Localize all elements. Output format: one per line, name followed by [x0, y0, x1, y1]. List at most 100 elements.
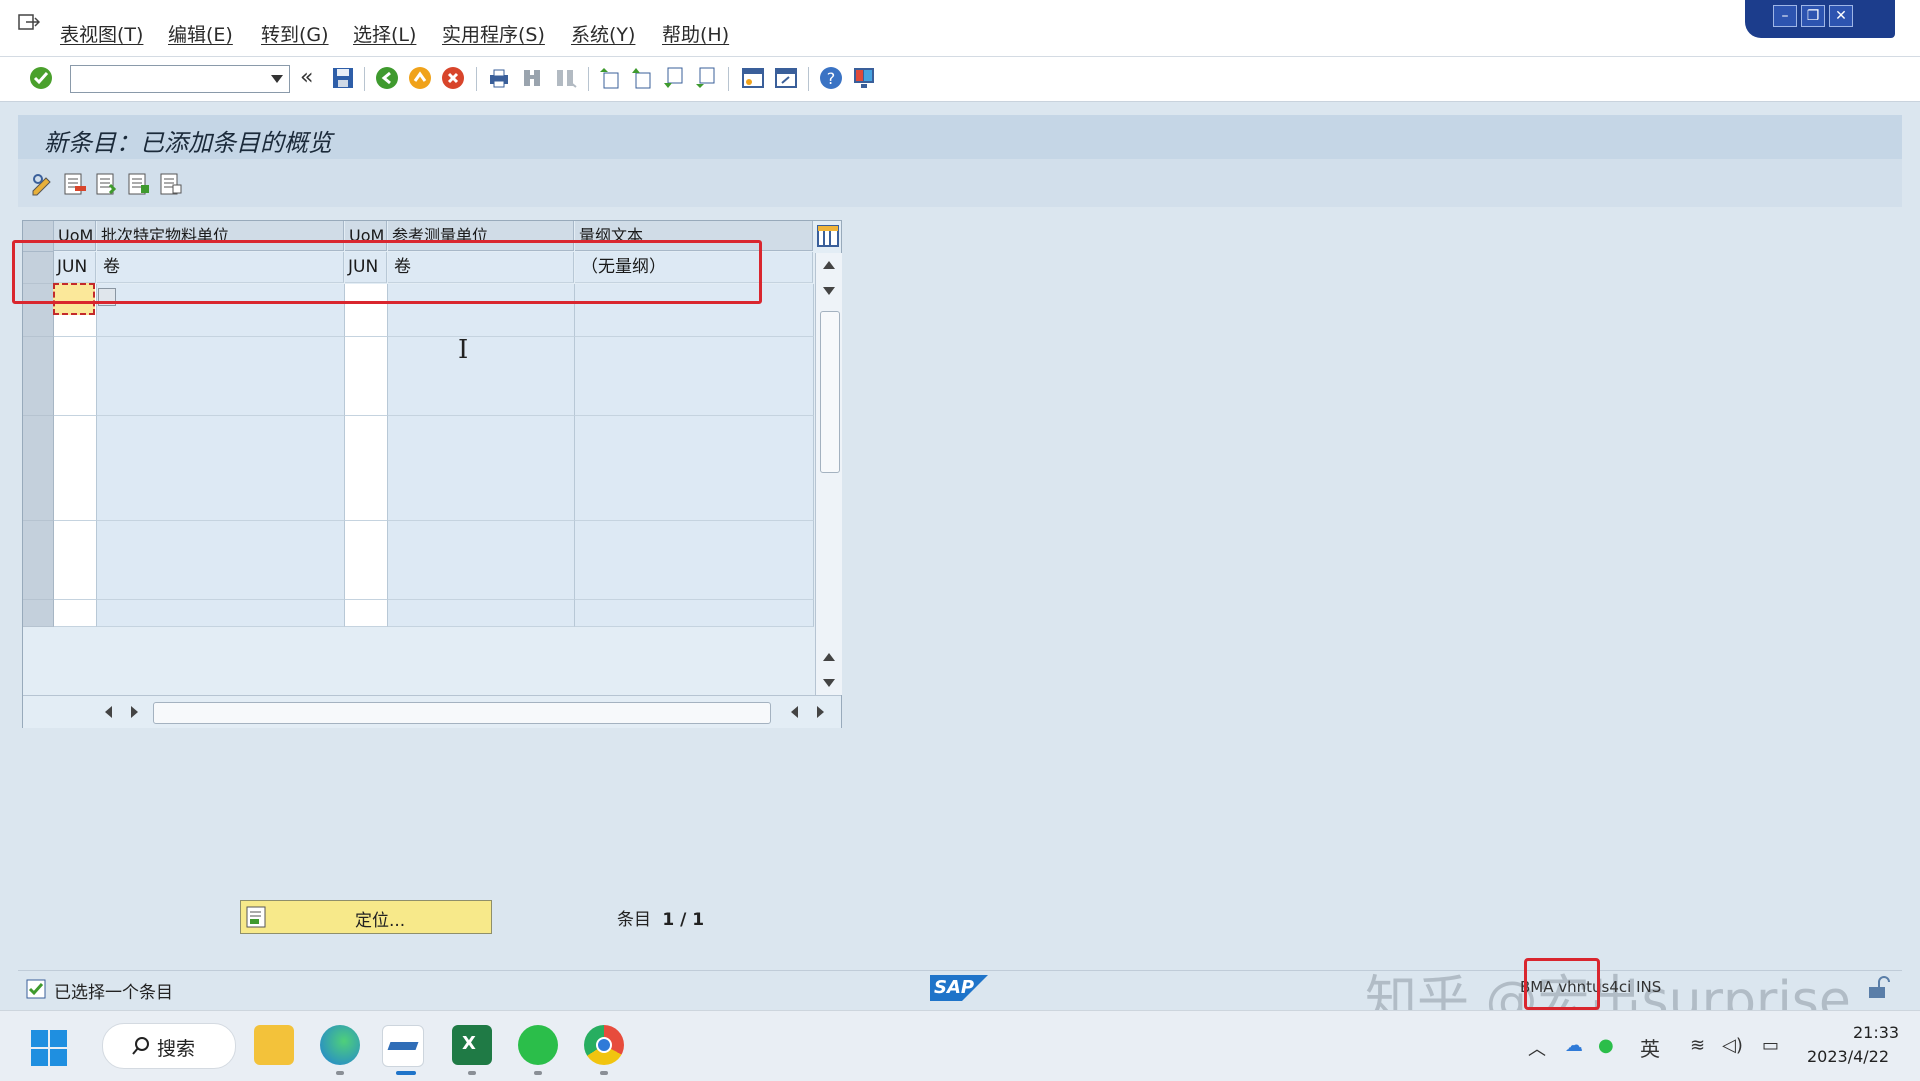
empty-table-row[interactable] [23, 468, 814, 496]
empty-table-row[interactable] [23, 573, 814, 601]
restore-icon[interactable]: ❐ [1801, 5, 1825, 27]
status-message[interactable]: 已选择一个条目 [54, 978, 173, 1003]
table-cell[interactable] [575, 389, 814, 417]
table-cell[interactable] [97, 520, 345, 548]
next-page-icon[interactable] [660, 65, 686, 91]
table-cell[interactable] [345, 494, 388, 522]
vertical-scroll-thumb[interactable] [820, 311, 840, 473]
table-cell[interactable] [97, 441, 345, 469]
table-cell[interactable] [97, 468, 345, 496]
table-cell[interactable] [345, 468, 388, 496]
table-cell[interactable] [388, 520, 575, 548]
menu-table-view[interactable]: 表视图(T) [60, 20, 143, 47]
row-selector[interactable] [23, 441, 54, 469]
enter-icon[interactable] [28, 65, 54, 91]
select-all-icon[interactable] [94, 171, 120, 197]
file-explorer-icon[interactable] [254, 1025, 294, 1065]
wechat-icon[interactable] [518, 1025, 558, 1065]
change-display-icon[interactable] [30, 171, 56, 197]
empty-table-row[interactable] [23, 415, 814, 443]
table-cell[interactable] [575, 547, 814, 574]
row-selector[interactable] [23, 362, 54, 390]
row-selector[interactable] [23, 494, 54, 522]
table-cell[interactable] [54, 520, 97, 548]
clock-date[interactable]: 2023/4/22 [1807, 1047, 1889, 1066]
sap-logon-icon[interactable] [382, 1025, 424, 1067]
wifi-icon[interactable]: ≋ [1690, 1035, 1705, 1056]
table-cell[interactable] [575, 520, 814, 548]
table-cell[interactable] [345, 441, 388, 469]
page-up-icon[interactable] [823, 653, 835, 661]
menu-edit[interactable]: 编辑(E) [168, 20, 233, 47]
find-icon[interactable] [519, 65, 545, 91]
table-cell[interactable] [388, 468, 575, 496]
empty-table-row[interactable] [23, 310, 814, 338]
table-cell[interactable] [388, 573, 575, 601]
table-cell[interactable] [97, 310, 345, 338]
horizontal-scroll-thumb[interactable] [153, 702, 771, 724]
delete-row-icon[interactable] [62, 171, 88, 197]
table-cell[interactable] [97, 573, 345, 601]
table-cell[interactable] [97, 389, 345, 417]
table-cell[interactable] [575, 494, 814, 522]
close-icon[interactable]: ✕ [1829, 5, 1853, 27]
table-cell[interactable] [97, 415, 345, 443]
table-cell[interactable] [54, 599, 97, 627]
table-cell[interactable] [575, 468, 814, 496]
help-icon[interactable]: ? [818, 65, 844, 91]
tray-wechat-icon[interactable]: ● [1598, 1035, 1614, 1056]
system-menu-icon[interactable] [18, 14, 40, 32]
scroll-right-icon[interactable] [131, 706, 138, 718]
row-selector[interactable] [23, 573, 54, 601]
row-selector[interactable] [23, 336, 54, 364]
table-cell[interactable] [345, 415, 388, 443]
empty-table-row[interactable] [23, 389, 814, 417]
ime-indicator[interactable]: 英 [1640, 1033, 1660, 1062]
battery-icon[interactable]: ▭ [1762, 1035, 1779, 1056]
table-cell[interactable] [575, 415, 814, 443]
table-cell[interactable] [388, 415, 575, 443]
select-block-icon[interactable] [126, 171, 152, 197]
empty-table-row[interactable] [23, 599, 814, 627]
taskbar-search[interactable]: 搜索 [102, 1023, 236, 1069]
column-scroll-right-icon[interactable] [817, 706, 824, 718]
horizontal-scrollbar[interactable] [23, 695, 841, 728]
scroll-down-icon[interactable] [823, 679, 835, 687]
table-cell[interactable] [54, 494, 97, 522]
table-cell[interactable] [97, 599, 345, 627]
table-cell[interactable] [388, 547, 575, 574]
shortcut-icon[interactable] [773, 65, 799, 91]
menu-selection[interactable]: 选择(L) [353, 20, 416, 47]
table-cell[interactable] [345, 573, 388, 601]
table-cell[interactable] [575, 336, 814, 364]
menu-goto[interactable]: 转到(G) [261, 20, 329, 47]
menu-utilities[interactable]: 实用程序(S) [442, 20, 545, 47]
table-cell[interactable] [345, 599, 388, 627]
table-cell[interactable] [54, 389, 97, 417]
menu-system[interactable]: 系统(Y) [571, 20, 635, 47]
table-cell[interactable] [54, 336, 97, 364]
row-selector[interactable] [23, 599, 54, 627]
table-cell[interactable] [345, 520, 388, 548]
table-cell[interactable] [575, 310, 814, 338]
table-cell[interactable] [345, 547, 388, 574]
table-cell[interactable] [575, 362, 814, 390]
table-cell[interactable] [54, 573, 97, 601]
cancel-icon[interactable] [440, 65, 466, 91]
table-cell[interactable] [54, 441, 97, 469]
table-cell[interactable] [345, 336, 388, 364]
row-selector[interactable] [23, 389, 54, 417]
empty-table-row[interactable] [23, 520, 814, 548]
row-selector[interactable] [23, 468, 54, 496]
table-cell[interactable] [388, 336, 575, 364]
command-dropdown-icon[interactable] [271, 74, 283, 84]
excel-icon[interactable]: X [452, 1025, 492, 1065]
minimize-icon[interactable]: – [1773, 5, 1797, 27]
column-config-icon[interactable] [815, 223, 841, 249]
back-arrows-icon[interactable]: « [300, 65, 313, 90]
empty-table-row[interactable] [23, 547, 814, 574]
command-field[interactable] [70, 65, 290, 93]
scroll-up-icon[interactable] [823, 261, 835, 269]
table-cell[interactable] [54, 362, 97, 390]
table-cell[interactable] [575, 599, 814, 627]
